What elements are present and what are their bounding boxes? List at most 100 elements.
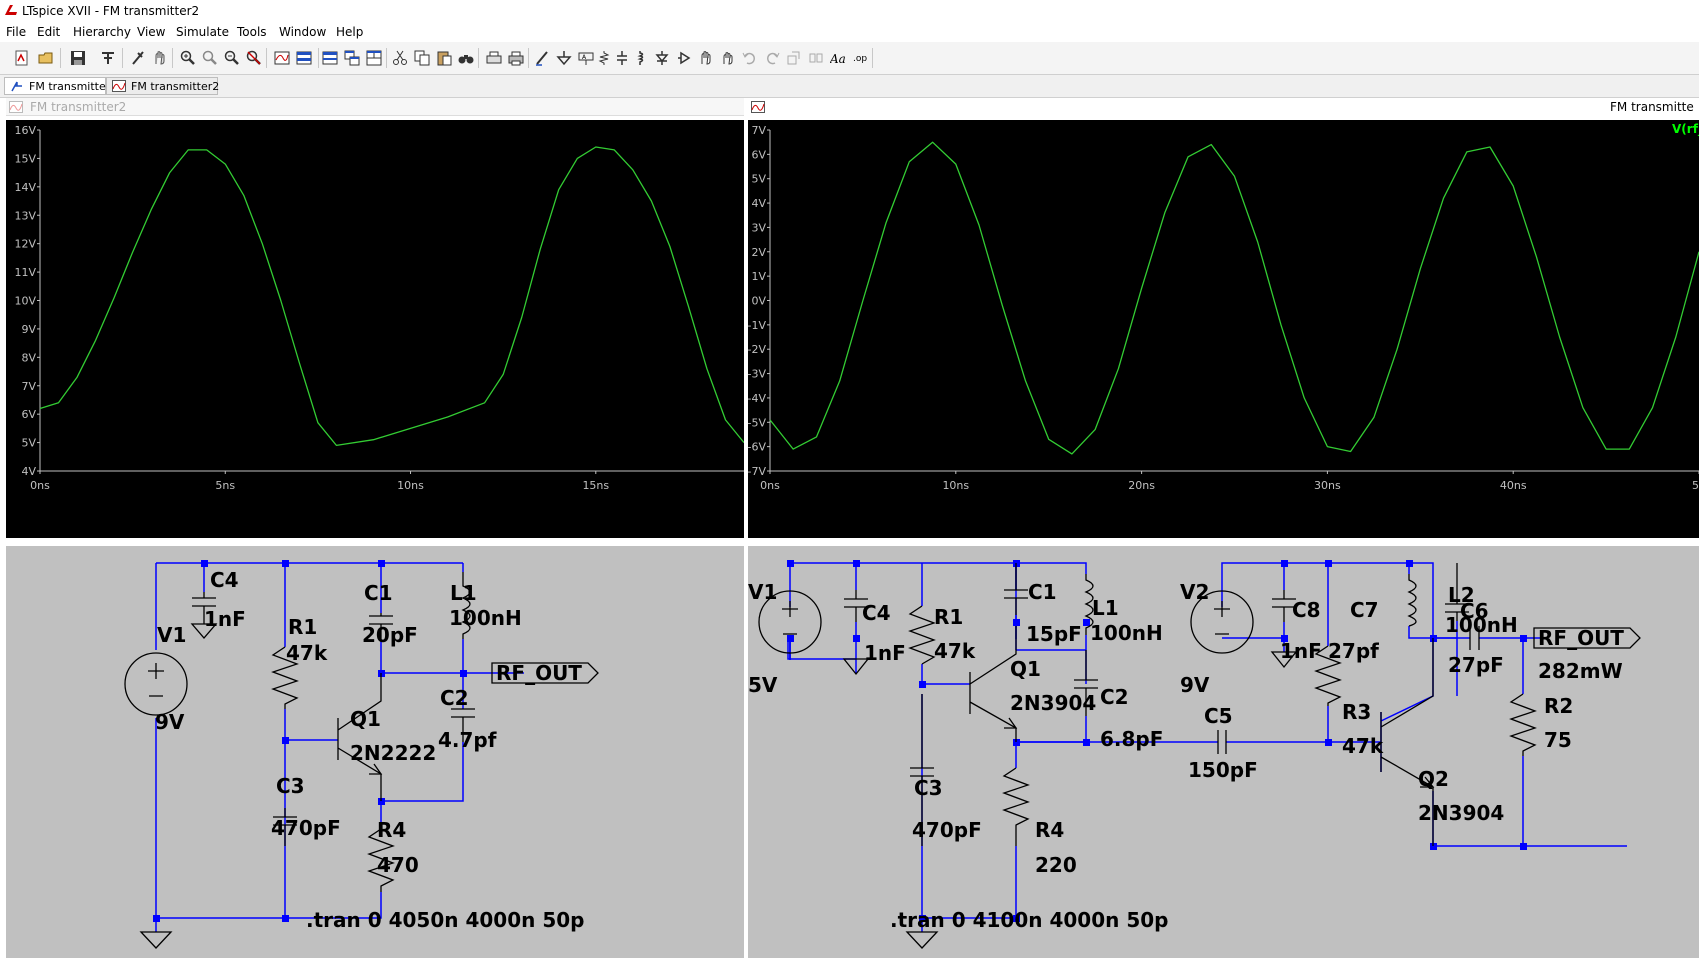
y-tick-label: 14V <box>14 181 36 194</box>
voltage-trace[interactable] <box>769 141 1699 455</box>
zoom-fit-icon[interactable] <box>246 50 262 66</box>
c6-value: 27pF <box>1448 653 1504 677</box>
v1-value: 9V <box>155 710 185 734</box>
x-tick-label: 0ns <box>760 479 780 492</box>
emitter-arrow <box>369 763 383 775</box>
toolbar-separator <box>318 48 319 68</box>
capacitor-icon[interactable] <box>614 50 630 66</box>
menu-edit[interactable]: Edit <box>37 25 60 39</box>
rf-out-label: RF_OUT <box>496 661 582 685</box>
label-net-icon[interactable]: A <box>578 50 594 66</box>
q2-name: Q2 <box>1418 767 1449 791</box>
c8-value: 1nF <box>1280 639 1322 663</box>
rf-out-port[interactable]: RF_OUT <box>1533 626 1641 650</box>
q1-name: Q1 <box>1010 657 1041 681</box>
print-icon[interactable] <box>508 50 524 66</box>
c1-value: 20pF <box>362 623 418 647</box>
spice-directive-icon[interactable]: .op <box>852 50 868 66</box>
save-icon[interactable] <box>70 50 86 66</box>
left-waveform-plot[interactable]: 4V 5V 6V 7V 8V 9V 10V 11V 12V 13V 14V 15V 16V 0ns 5ns 1… <box>6 120 744 538</box>
c4-value: 1nF <box>864 641 906 665</box>
redo-icon[interactable] <box>764 50 780 66</box>
y-tick-label: 5V <box>751 173 766 186</box>
new-schematic-icon[interactable] <box>14 50 30 66</box>
tran-directive[interactable]: .tran 0 4050n 4000n 50p <box>306 908 584 932</box>
menu-tools[interactable]: Tools <box>237 25 267 39</box>
y-tick-label: 4V <box>751 197 766 210</box>
v1-value: 5V <box>748 673 778 697</box>
r4-value: 220 <box>1035 853 1077 877</box>
c8-name: C8 <box>1292 598 1321 622</box>
y-tick-label: 4V <box>21 465 36 478</box>
tile-vertical-icon[interactable] <box>344 50 360 66</box>
r3-name: R3 <box>1342 700 1371 724</box>
menu-window[interactable]: Window <box>279 25 326 39</box>
mirror-icon[interactable] <box>808 50 824 66</box>
cascade-icon[interactable] <box>322 50 338 66</box>
y-tick-label: 9V <box>21 323 36 336</box>
l1-value: 100nH <box>449 606 522 630</box>
rf-out-port[interactable]: RF_OUT <box>491 661 599 685</box>
menu-help[interactable]: Help <box>336 25 363 39</box>
zoom-in-icon[interactable] <box>180 50 196 66</box>
tab-schematic[interactable]: FM transmitter2 <box>4 77 117 95</box>
toolbar-separator <box>122 48 123 68</box>
menu-simulate[interactable]: Simulate <box>176 25 229 39</box>
y-tick-label: 2V <box>751 246 766 259</box>
tran-directive[interactable]: .tran 0 4100n 4000n 50p <box>890 908 1168 932</box>
drag-icon[interactable] <box>720 50 736 66</box>
menu-hierarchy[interactable]: Hierarchy <box>73 25 131 39</box>
r4-name: R4 <box>1035 818 1064 842</box>
halt-icon[interactable] <box>152 50 168 66</box>
wire-icon[interactable] <box>534 50 550 66</box>
toolbar-separator <box>266 48 267 68</box>
tab-waveform[interactable]: FM transmitter2 <box>106 77 219 95</box>
c4-value: 1nF <box>204 607 246 631</box>
autorange-icon[interactable] <box>274 50 290 66</box>
tile-horizontal-icon[interactable] <box>296 50 312 66</box>
rotate-icon[interactable] <box>786 50 802 66</box>
undo-icon[interactable] <box>742 50 758 66</box>
menu-view[interactable]: View <box>137 25 165 39</box>
y-tick-label: -6V <box>748 441 766 454</box>
x-tick-label: 5ns <box>215 479 235 492</box>
voltage-trace[interactable] <box>39 146 744 447</box>
y-tick-label: 7V <box>751 124 766 137</box>
component-icon[interactable] <box>676 50 692 66</box>
inductor-icon[interactable] <box>632 50 648 66</box>
right-waveform-plot[interactable]: V(rf_ 7V 6V 5V 4V 3V 2V 1V 0V -1V -2V -3V -4V -5V -6V… <box>748 120 1699 538</box>
x-tick-label: 15ns <box>582 479 609 492</box>
control-panel-icon[interactable] <box>100 50 116 66</box>
find-icon[interactable] <box>458 50 474 66</box>
zoom-pan-icon[interactable] <box>202 50 218 66</box>
paste-icon[interactable] <box>436 50 452 66</box>
r3-value: 47k <box>1342 734 1384 758</box>
move-icon[interactable] <box>698 50 714 66</box>
tile-grid-icon[interactable] <box>366 50 382 66</box>
v1-name: V1 <box>748 580 777 604</box>
open-icon[interactable] <box>38 50 54 66</box>
zoom-out-icon[interactable] <box>224 50 240 66</box>
text-icon[interactable]: Aa <box>830 50 846 66</box>
left-schematic[interactable]: C4 1nF V1 9V R1 47k C1 20pF L1 100nH Q1 … <box>6 546 744 958</box>
c7-value: 27pf <box>1328 639 1379 663</box>
run-icon[interactable] <box>130 50 146 66</box>
toolbar-separator <box>386 48 387 68</box>
trace-label[interactable]: V(rf_ <box>1672 122 1699 137</box>
title-bar: LTspice XVII - FM transmitter2 <box>0 0 1699 22</box>
left-pane-titlebar: FM transmitter2 <box>6 98 744 116</box>
y-tick-label: 16V <box>14 124 36 137</box>
r4-name: R4 <box>377 818 406 842</box>
resistor-icon[interactable] <box>596 50 612 66</box>
waveform-icon <box>112 80 126 92</box>
cut-icon[interactable] <box>392 50 408 66</box>
menu-bar: File Edit Hierarchy View Simulate Tools … <box>0 22 1699 42</box>
x-tick-label: 20ns <box>1128 479 1155 492</box>
ground-icon[interactable] <box>556 50 572 66</box>
diode-icon[interactable] <box>654 50 670 66</box>
print-setup-icon[interactable] <box>486 50 502 66</box>
menu-file[interactable]: File <box>6 25 26 39</box>
y-tick-label: 13V <box>14 209 36 222</box>
copy-icon[interactable] <box>414 50 430 66</box>
l1-name: L1 <box>450 581 477 605</box>
